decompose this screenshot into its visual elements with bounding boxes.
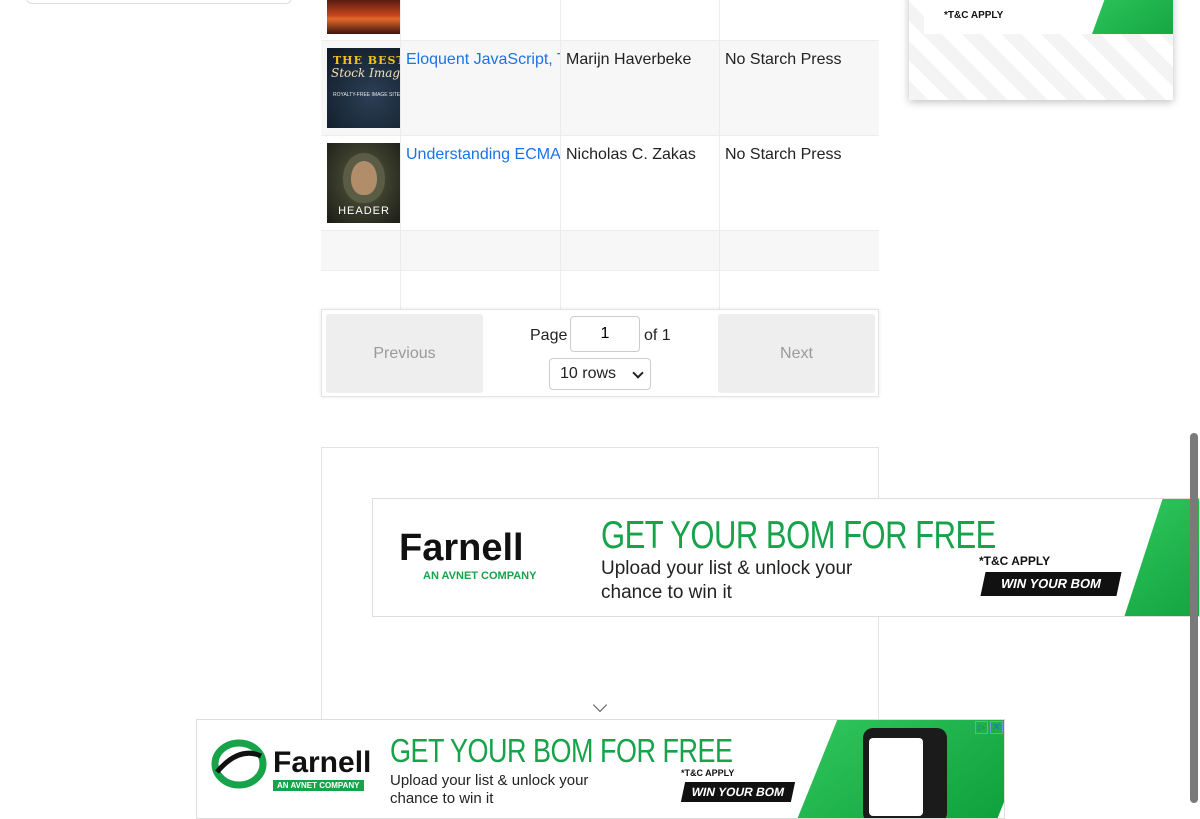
ad-sub-brand: AN AVNET COMPANY <box>273 780 364 791</box>
ad-green-shape <box>1120 499 1199 616</box>
ad-brand-logo: Farnell <box>399 527 524 569</box>
rows-per-page-value: 10 rows <box>560 365 617 382</box>
publisher-text: No Starch Press <box>725 146 842 163</box>
ad-banner-inner: *T&C APPLY <box>924 0 1173 34</box>
ad-green-shape <box>1091 0 1173 34</box>
author-cell: Marijn Haverbeke <box>561 41 720 135</box>
cover-cell: HEADER <box>321 136 401 230</box>
cover-header: HEADER <box>338 205 390 217</box>
author-cell: Nicholas C. Zakas <box>561 136 720 230</box>
book-cover-image <box>327 0 400 34</box>
cover-cell: THE BEST Stock Images ROYALTY-FREE IMAGE… <box>321 41 401 135</box>
ad-win-button[interactable]: WIN YOUR BOM <box>680 782 796 802</box>
ad-tc-label: *T&C APPLY <box>944 10 1004 21</box>
title-cell: Eloquent JavaScript, Third Edition <box>401 41 561 135</box>
chevron-down-icon <box>632 367 644 379</box>
ad-banner-top[interactable]: *T&C APPLY <box>909 0 1173 100</box>
book-cover-image[interactable]: THE BEST Stock Images ROYALTY-FREE IMAGE… <box>327 48 401 128</box>
publisher-cell: No Starch Press <box>720 136 879 230</box>
adchoices-icon[interactable]: ▷ <box>975 721 988 734</box>
page-total: of 1 <box>644 327 671 344</box>
ad-headline: GET YOUR BOM FOR FREE <box>601 513 996 557</box>
title-cell <box>401 0 561 40</box>
ad-sub-brand: AN AVNET COMPANY <box>423 570 537 582</box>
sidebar-widget <box>26 0 292 4</box>
table-row: HEADER Understanding ECMAScript 6 Nichol… <box>321 136 879 231</box>
publisher-cell: No Starch Press <box>720 41 879 135</box>
table-row <box>321 231 879 271</box>
table-row <box>321 271 879 311</box>
ad-copy-line1: Upload your list & unlock your <box>390 772 589 789</box>
ad-banner-bottom[interactable]: Farnell AN AVNET COMPANY GET YOUR BOM FO… <box>196 719 1005 819</box>
ad-headline: GET YOUR BOM FOR FREE <box>390 732 733 770</box>
author-text: Nicholas C. Zakas <box>566 146 696 163</box>
ad-copy-line2: chance to win it <box>390 790 494 807</box>
table-row: THE BEST Stock Images ROYALTY-FREE IMAGE… <box>321 41 879 136</box>
ad-phone-screen <box>869 738 923 816</box>
ad-brand-logo: Farnell <box>273 746 372 779</box>
cover-subtitle: ROYALTY-FREE IMAGE SITES FOR BOOK COVERS <box>333 92 401 98</box>
book-title-link[interactable]: Eloquent JavaScript, Third Edition <box>406 51 560 69</box>
previous-button[interactable]: Previous <box>326 314 483 393</box>
cover-script: Stock Images <box>331 66 401 80</box>
cover-cell <box>321 0 401 40</box>
publisher-cell <box>720 0 879 40</box>
author-text: Marijn Haverbeke <box>566 51 692 68</box>
ad-phone-graphic <box>863 728 947 818</box>
ad-win-button[interactable]: WIN YOUR BOM <box>980 572 1122 596</box>
table-row <box>321 0 879 41</box>
ad-brand-icon <box>211 739 267 789</box>
cover-figure <box>351 161 377 195</box>
publisher-text: No Starch Press <box>725 51 842 68</box>
ad-tc-label: *T&C APPLY <box>681 768 735 778</box>
rows-per-page-select[interactable]: 10 rows <box>549 358 651 390</box>
ad-tc-label: *T&C APPLY <box>979 554 1051 568</box>
page-label: Page <box>530 327 568 344</box>
ad-copy-line2: chance to win it <box>601 582 732 603</box>
books-table: THE BEST Stock Images ROYALTY-FREE IMAGE… <box>321 0 879 311</box>
next-button[interactable]: Next <box>718 314 875 393</box>
title-cell: Understanding ECMAScript 6 <box>401 136 561 230</box>
author-cell <box>561 0 720 40</box>
page-number-input[interactable] <box>570 316 640 352</box>
pagination-bar: Previous Page of 1 10 rows Next <box>321 309 879 397</box>
ad-banner-middle[interactable]: Farnell AN AVNET COMPANY GET YOUR BOM FO… <box>372 498 1200 617</box>
book-title-link[interactable]: Understanding ECMAScript 6 <box>406 146 560 164</box>
book-cover-image[interactable]: HEADER <box>327 143 400 223</box>
page-controls: Page of 1 10 rows <box>482 310 718 396</box>
vertical-scrollbar-thumb[interactable] <box>1190 433 1198 803</box>
close-icon[interactable]: ✕ <box>990 721 1003 734</box>
ad-copy-line1: Upload your list & unlock your <box>601 558 853 579</box>
